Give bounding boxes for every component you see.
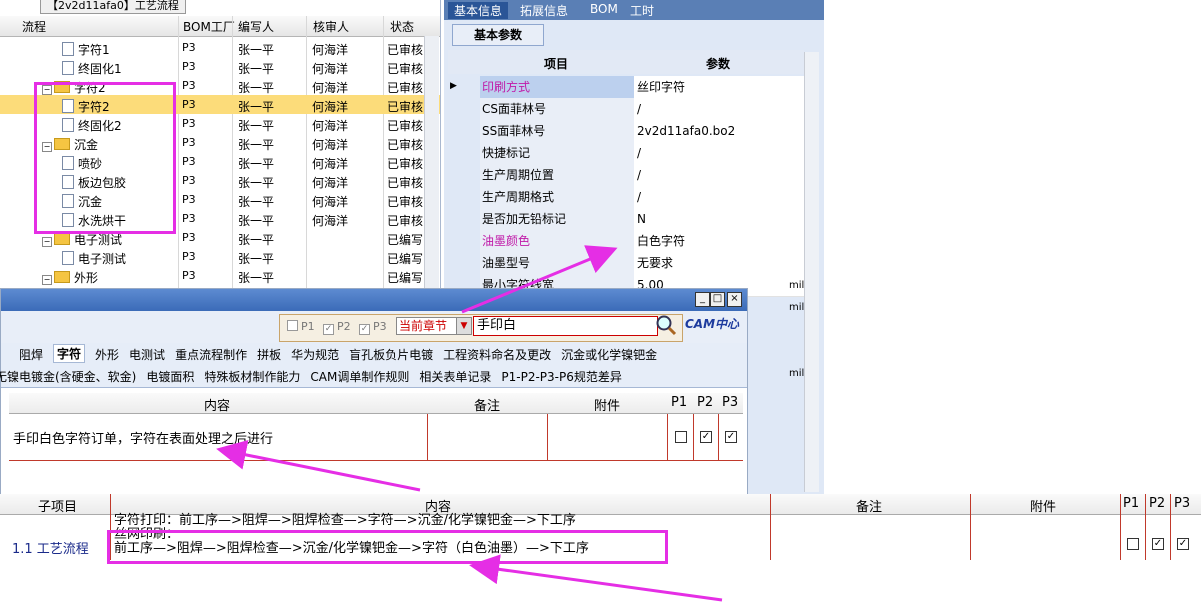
arrow-to-ink-color (461, 245, 618, 314)
arrow-to-result-row (216, 440, 421, 492)
arrow-to-route (469, 554, 723, 602)
annotation-arrows (216, 245, 723, 602)
